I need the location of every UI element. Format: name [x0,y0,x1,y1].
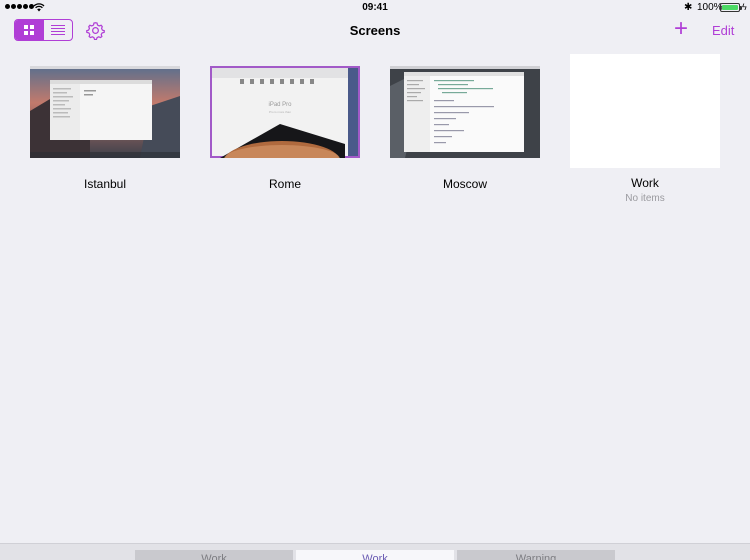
page-title: Screens [349,23,401,38]
bottom-tab-strip: Work Work Warning [0,543,750,560]
screen-name: Istanbul [83,177,127,191]
gear-icon[interactable] [86,21,105,40]
tab-1[interactable]: Work [135,550,293,560]
screen-thumbnail: iPad Pro Pro is more than [210,66,360,158]
screen-name: Work [631,176,659,190]
svg-text:Pro is more than: Pro is more than [269,110,291,114]
tab-3[interactable]: Warning [457,550,615,560]
screen-name: Rome [268,177,301,191]
screen-thumbnail [390,66,540,158]
clock: 09:41 [362,2,388,13]
screen-thumbnail-empty [570,54,720,168]
list-icon [51,25,65,35]
svg-text:iPad Pro: iPad Pro [268,102,292,108]
list-view-button[interactable] [43,20,72,40]
battery-percent: 100% [697,2,723,13]
add-button[interactable]: + [674,17,688,41]
view-mode-segmented-control[interactable] [14,19,73,41]
grid-view-button[interactable] [15,20,43,40]
screen-tile-rome[interactable]: iPad Pro Pro is more than Rome [210,50,360,191]
screen-tile-work[interactable]: Work No items [570,50,720,204]
battery-icon [720,3,742,12]
screen-tile-moscow[interactable]: Moscow [390,50,540,191]
navigation-bar: Screens + Edit [0,16,750,46]
bluetooth-icon: ✱ [684,2,693,13]
tab-2[interactable]: Work [296,550,454,560]
grid-icon [24,25,34,35]
screen-name: Moscow [442,177,487,191]
charging-icon: ϟ [742,2,747,12]
status-bar: 09:41 ✱ 100% ϟ [0,0,750,16]
screen-subtitle: No items [625,193,665,204]
screen-tile-istanbul[interactable]: Istanbul [30,50,180,191]
screen-thumbnail [30,66,180,158]
edit-button[interactable]: Edit [712,23,734,38]
